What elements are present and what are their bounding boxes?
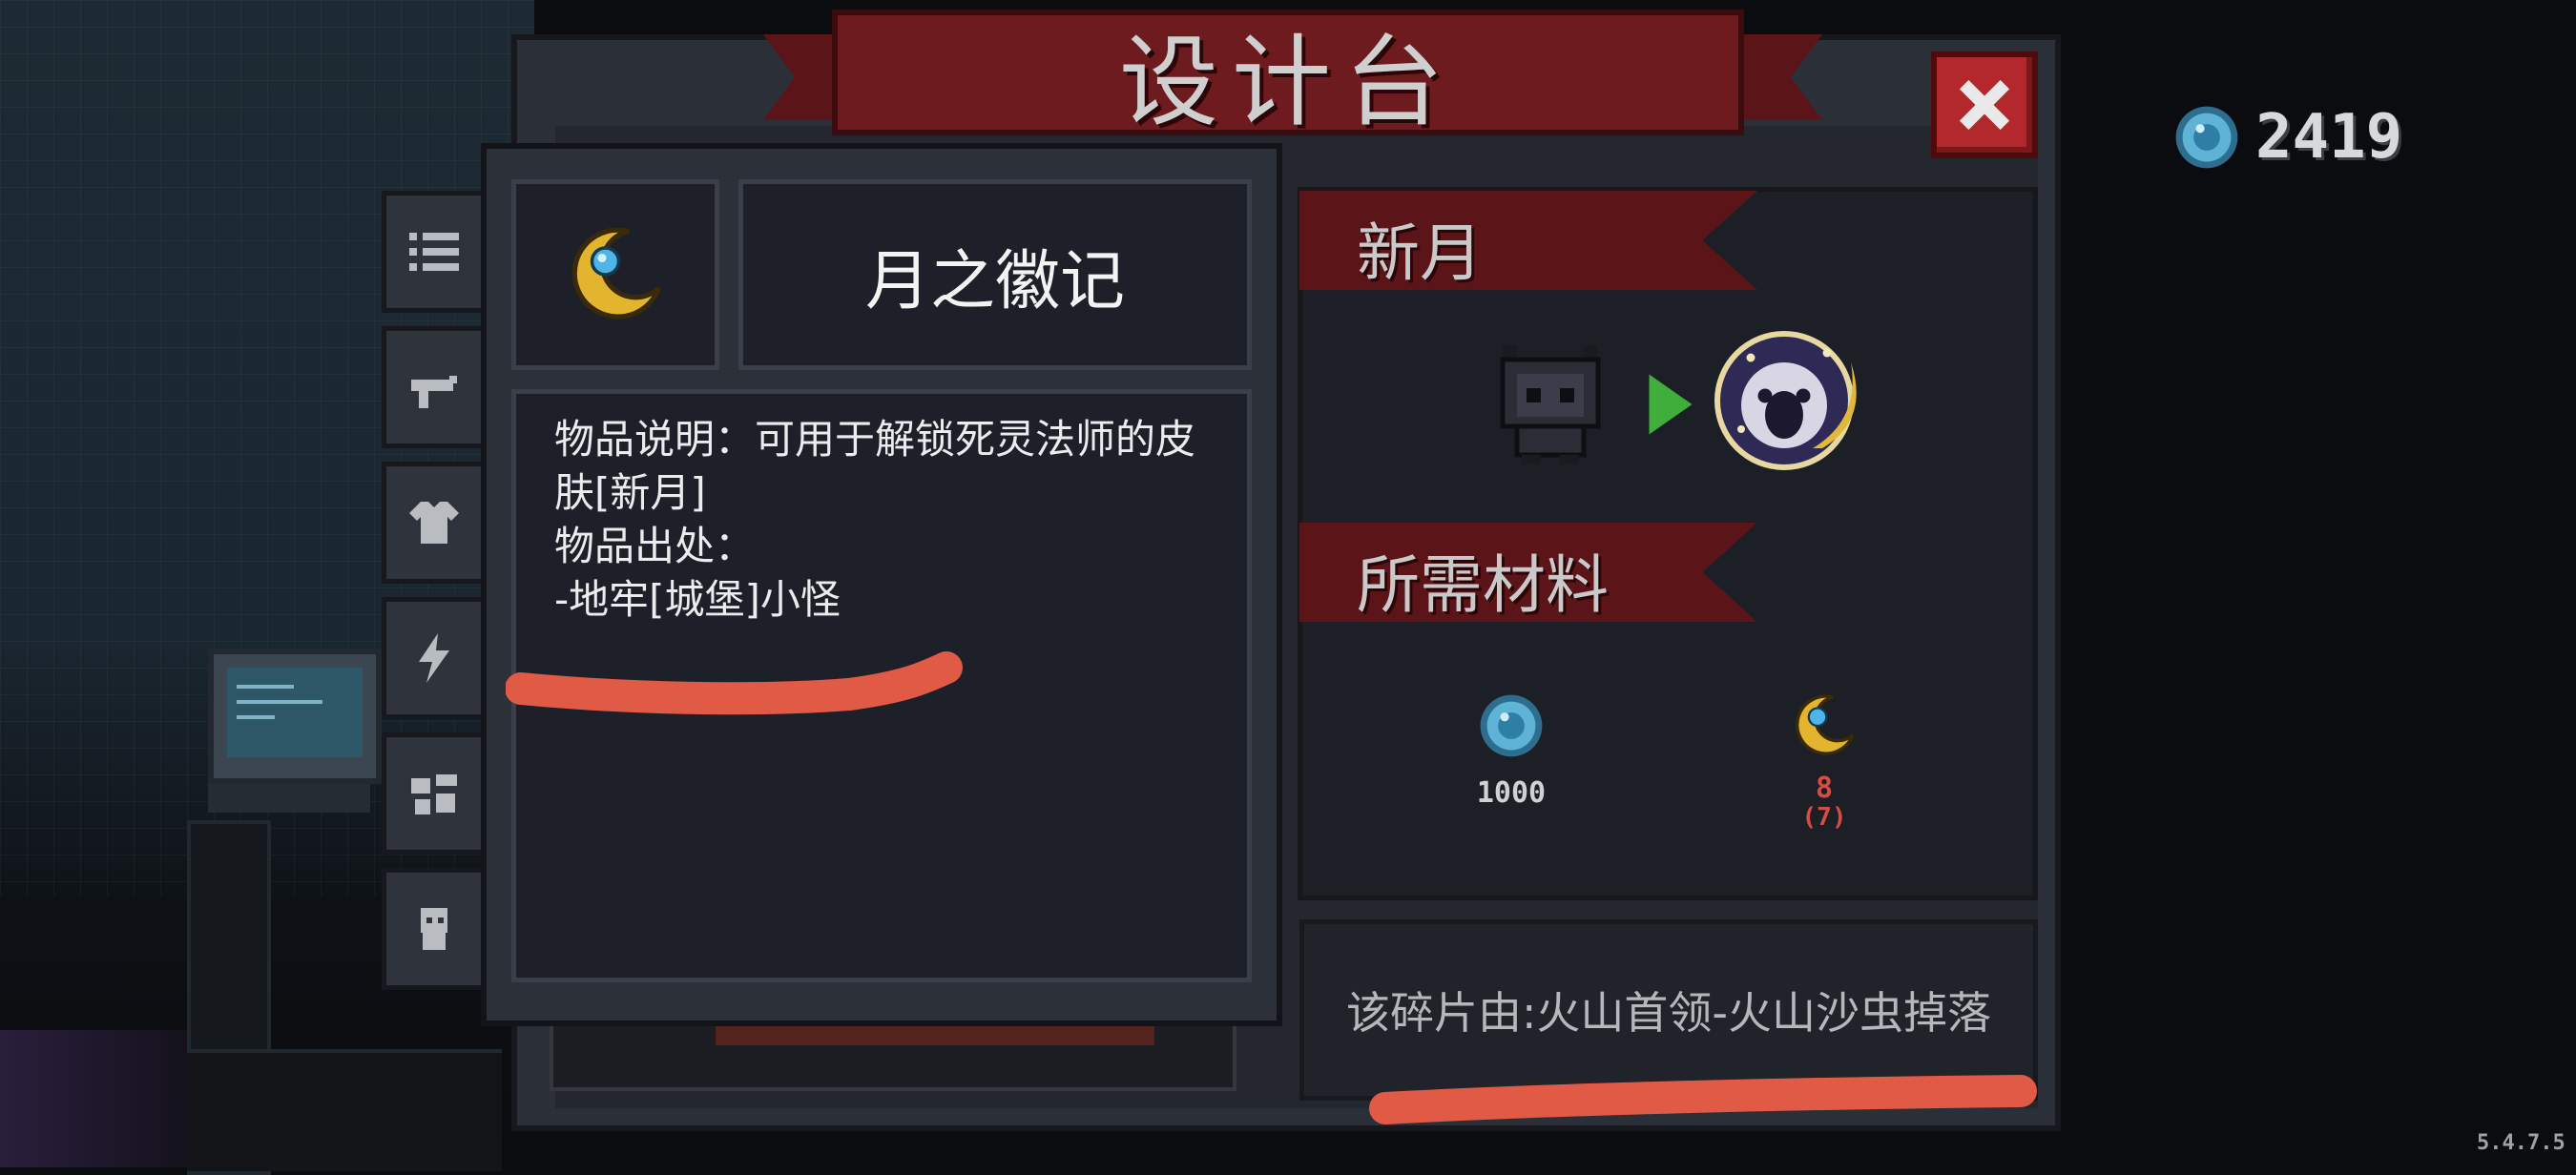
terminal-line — [237, 715, 275, 719]
crescent-moon-icon — [571, 227, 661, 320]
red-marker-scribble — [506, 651, 963, 715]
workbench-title: 设计台 — [1118, 23, 1457, 140]
close-button[interactable] — [1931, 52, 2038, 158]
title-ribbon: 设计台 — [832, 10, 1744, 140]
lightning-icon — [419, 633, 449, 683]
materials-section-banner: 所需材料 — [1299, 523, 1757, 622]
shirt-icon — [409, 502, 459, 544]
tab-skins[interactable] — [382, 462, 487, 584]
skin-section-title: 新月 — [1357, 216, 1483, 290]
version-label: 5.4.7.5 — [2477, 1131, 2566, 1155]
blue-gem-coin-icon — [2175, 106, 2238, 169]
background-floor-block — [187, 1049, 502, 1171]
arrow-right-icon — [1649, 374, 1693, 435]
item-name-box: 月之徽记 — [738, 179, 1252, 370]
background-glow — [0, 1030, 191, 1167]
tab-weapons[interactable] — [382, 326, 487, 448]
tab-parts[interactable] — [382, 732, 487, 855]
parts-icon — [411, 774, 457, 814]
blue-gem-coin-icon — [1480, 694, 1543, 757]
description-line: 物品说明：可用于解锁死灵法师的皮 — [554, 416, 1196, 463]
close-x-icon — [1959, 79, 2010, 131]
terminal-line — [237, 685, 294, 689]
necromancer-new-moon-skin-icon — [1714, 331, 1857, 470]
material-amount: 8 — [1815, 772, 1834, 805]
necromancer-default-skin-icon — [1500, 345, 1601, 464]
background-terminal — [208, 649, 382, 784]
currency-counter: 2419 — [2171, 99, 2402, 175]
currency-count: 2419 — [2255, 102, 2403, 173]
red-marker-scribble — [1369, 1075, 2037, 1124]
terminal-screen — [227, 668, 363, 757]
character-icon — [421, 908, 447, 950]
terminal-base — [208, 784, 370, 813]
description-line: 肤[新月] — [554, 469, 706, 516]
material-amount: 1000 — [1476, 776, 1547, 810]
materials-section-title: 所需材料 — [1357, 548, 1609, 622]
terminal-line — [237, 700, 322, 704]
item-icon-box — [511, 179, 719, 370]
drop-source-text: 该碎片由:火山首领-火山沙虫掉落 — [1345, 987, 1992, 1039]
gun-icon — [411, 376, 457, 408]
crescent-moon-icon — [1796, 694, 1855, 755]
material-moon-emblem: 8 (7) — [1757, 691, 1891, 832]
description-line: 物品出处： — [554, 523, 756, 569]
list-icon — [409, 233, 459, 271]
tab-skills[interactable] — [382, 597, 487, 719]
skin-preview — [1469, 324, 1889, 477]
material-owned: (7) — [1801, 803, 1847, 832]
material-gems: 1000 — [1444, 691, 1578, 810]
description-line: -地牢[城堡]小怪 — [554, 576, 841, 623]
item-name: 月之徽记 — [864, 243, 1125, 320]
tab-list[interactable] — [382, 191, 487, 313]
skin-section-banner: 新月 — [1299, 191, 1757, 290]
tab-characters[interactable] — [382, 868, 487, 990]
